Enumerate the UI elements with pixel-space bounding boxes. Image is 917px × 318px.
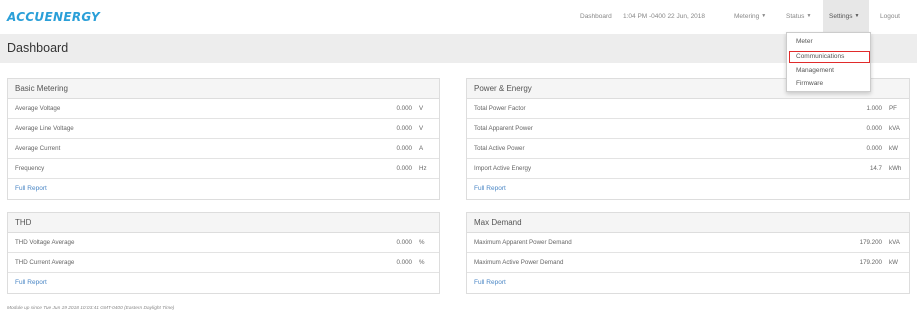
- row-unit: PF: [889, 105, 897, 112]
- row-unit: kVA: [889, 125, 900, 132]
- row-label: Average Current: [15, 145, 61, 152]
- full-report-link[interactable]: Full Report: [8, 179, 439, 199]
- table-row: Total Apparent Power 0.000 kVA: [467, 119, 909, 139]
- table-row: THD Voltage Average 0.000%: [8, 233, 439, 253]
- full-report-link[interactable]: Full Report: [467, 273, 909, 293]
- table-row: Frequency 0.000 Hz: [8, 159, 439, 179]
- panel-power-energy: Power & Energy Total Power Factor 1.000 PF…: [466, 78, 910, 200]
- top-navbar: ACCUENERGY Dashboard 1:04 PM -0400 22 Ju…: [0, 0, 917, 33]
- row-unit: kW: [889, 259, 898, 266]
- row-label: Total Apparent Power: [474, 125, 533, 132]
- nav-metering-label: Metering: [734, 13, 760, 21]
- row-unit: A: [419, 145, 424, 152]
- row-label: Frequency: [15, 165, 45, 172]
- title-bar: Dashboard: [0, 34, 917, 63]
- row-label: THD Voltage Average: [15, 239, 75, 246]
- row-label: Average Line Voltage: [15, 125, 74, 132]
- panel-title: Max Demand: [467, 213, 909, 233]
- row-unit: kWh: [889, 165, 902, 172]
- row-value: 0.000: [396, 239, 412, 246]
- row-value: 0.000: [866, 125, 882, 132]
- panel-max-demand: Max Demand Maximum Apparent Power Demand…: [466, 212, 910, 294]
- row-unit: V: [419, 125, 424, 132]
- panel-basic-metering: Basic Metering Average Voltage 0.000 V Ave…: [7, 78, 440, 200]
- row-unit: kVA: [889, 239, 900, 246]
- panel-thd: THD THD Voltage Average 0.000% THD Curren…: [7, 212, 440, 294]
- table-row: Maximum Apparent Power Demand 179.200 kVA: [467, 233, 909, 253]
- row-label: THD Current Average: [15, 259, 75, 266]
- brand-logo[interactable]: ACCUENERGY: [7, 10, 100, 24]
- nav-status[interactable]: Status ▼: [786, 0, 811, 33]
- row-unit: V: [419, 105, 424, 112]
- row-label: Average Voltage: [15, 105, 61, 112]
- nav-datetime: 1:04 PM -0400 22 Jun, 2018: [623, 13, 706, 20]
- row-label: Maximum Active Power Demand: [474, 259, 564, 266]
- row-label: Import Active Energy: [474, 165, 532, 172]
- row-value: 0.000: [396, 259, 412, 266]
- row-unit: Hz: [419, 165, 427, 172]
- row-unit: kW: [889, 145, 898, 152]
- table-row: Average Voltage 0.000 V: [8, 99, 439, 119]
- settings-dropdown-menu: Meter Communications Management Firmware: [786, 32, 871, 92]
- row-value: 0.000: [396, 145, 412, 152]
- full-report-link[interactable]: Full Report: [8, 273, 439, 293]
- table-row: Import Active Energy 14.7 kWh: [467, 159, 909, 179]
- row-value: 179.200: [859, 239, 882, 246]
- row-label: Maximum Apparent Power Demand: [474, 239, 572, 246]
- nav-settings-label: Settings: [829, 13, 853, 21]
- row-value: 0.000: [396, 125, 412, 132]
- table-row: Total Power Factor 1.000 PF: [467, 99, 909, 119]
- menu-item-management[interactable]: Management: [796, 67, 834, 74]
- nav-metering[interactable]: Metering ▼: [734, 0, 766, 33]
- menu-item-meter[interactable]: Meter: [796, 38, 813, 45]
- nav-settings[interactable]: Settings ▼: [823, 0, 869, 33]
- row-value: 179.200: [859, 259, 882, 266]
- uptime-note: Module up since Tue Jun 19 2018 10:03:41…: [7, 306, 175, 311]
- row-label: Total Active Power: [474, 145, 525, 152]
- nav-status-label: Status: [786, 13, 805, 21]
- table-row: THD Current Average 0.000%: [8, 253, 439, 273]
- panel-title: Basic Metering: [8, 79, 439, 99]
- row-unit: %: [419, 239, 425, 246]
- nav-dashboard[interactable]: Dashboard: [580, 0, 612, 33]
- row-value: 0.000: [396, 165, 412, 172]
- caret-down-icon: ▼: [854, 13, 860, 19]
- caret-down-icon: ▼: [761, 13, 767, 19]
- table-row: Average Line Voltage 0.000 V: [8, 119, 439, 139]
- menu-item-firmware[interactable]: Firmware: [796, 80, 823, 87]
- table-row: Average Current 0.000 A: [8, 139, 439, 159]
- caret-down-icon: ▼: [806, 13, 812, 19]
- row-value: 14.7: [869, 165, 882, 172]
- nav-logout[interactable]: Logout: [880, 0, 900, 33]
- table-row: Total Active Power 0.000 kW: [467, 139, 909, 159]
- row-unit: %: [419, 259, 425, 266]
- row-value: 1.000: [866, 105, 882, 112]
- row-value: 0.000: [866, 145, 882, 152]
- menu-item-communications[interactable]: Communications: [796, 53, 844, 60]
- full-report-link[interactable]: Full Report: [467, 179, 909, 199]
- panel-title: THD: [8, 213, 439, 233]
- page-title: Dashboard: [7, 41, 69, 55]
- row-label: Total Power Factor: [474, 105, 526, 112]
- row-value: 0.000: [396, 105, 412, 112]
- table-row: Maximum Active Power Demand 179.200 kW: [467, 253, 909, 273]
